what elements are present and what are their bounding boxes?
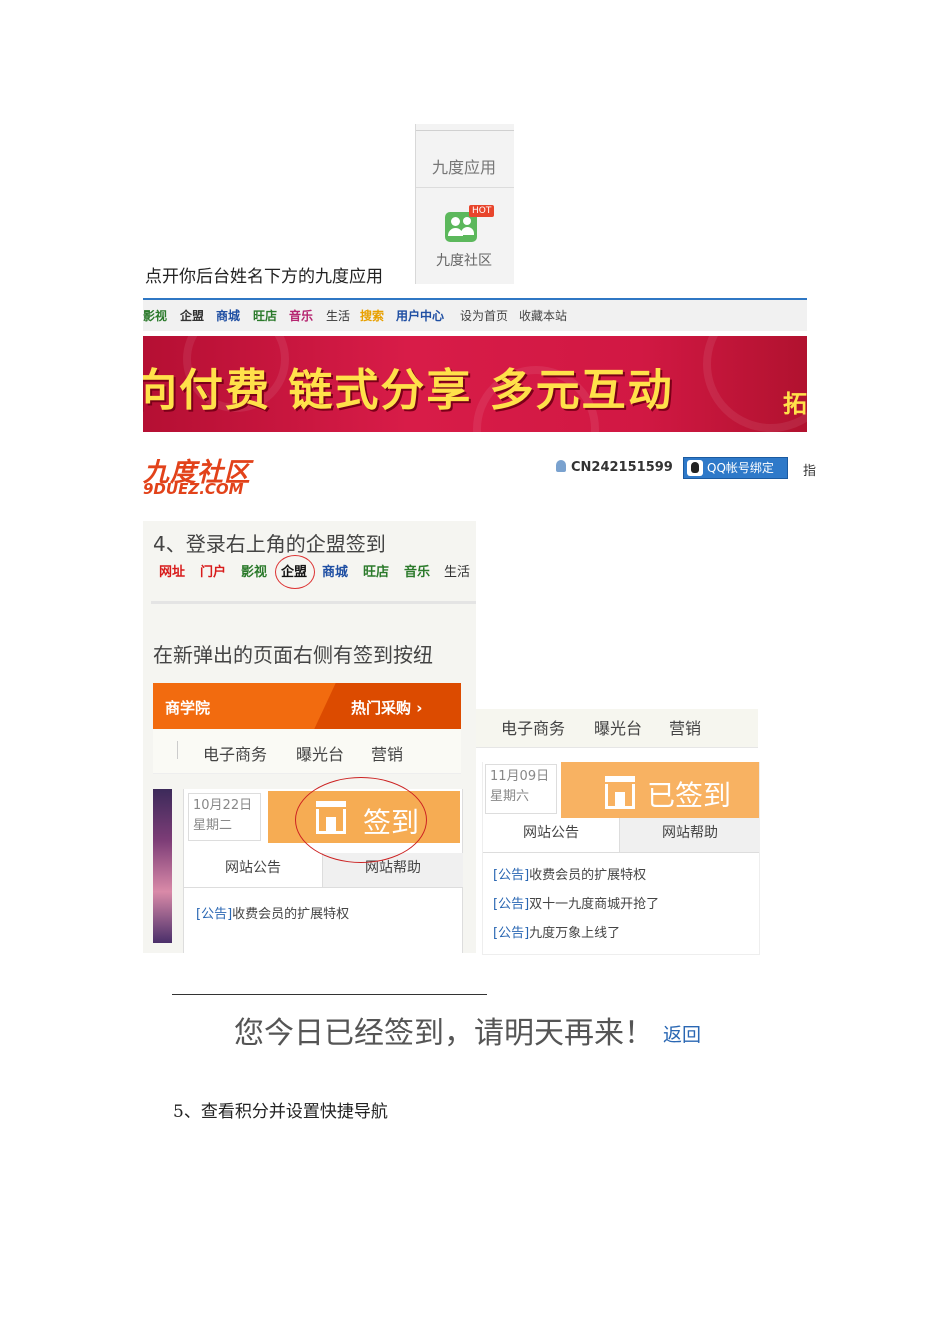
weekday-text: 星期二 xyxy=(193,818,233,833)
panel-divider xyxy=(416,187,514,188)
notice-item[interactable]: [公告]双十一九度商城开抢了 xyxy=(493,893,659,912)
notice-text: 九度万象上线了 xyxy=(529,926,621,941)
nav-item-search[interactable]: 搜索 xyxy=(360,307,384,324)
tab-help[interactable]: 网站帮助 xyxy=(619,818,760,852)
truncated-link[interactable]: 指 xyxy=(803,460,816,479)
nav-item-mall[interactable]: 商城 xyxy=(216,307,240,324)
notice-item[interactable]: [公告]收费会员的扩展特权 xyxy=(493,864,646,883)
nav-item-life[interactable]: 生活 xyxy=(326,307,350,324)
nav-item-portal[interactable]: 门户 xyxy=(200,561,226,580)
category-bar: 商学院 热门采购 › xyxy=(153,683,461,729)
business-school-link[interactable]: 商学院 xyxy=(165,697,210,718)
date-box: 11月09日 星期六 xyxy=(485,764,557,814)
nav-item-set-homepage[interactable]: 设为首页 xyxy=(460,307,508,324)
hot-purchase-link[interactable]: 热门采购 › xyxy=(351,697,422,718)
nav-item-shop[interactable]: 旺店 xyxy=(363,561,389,580)
nav-item-life[interactable]: 生活 xyxy=(444,561,470,580)
notice-item[interactable]: [公告]九度万象上线了 xyxy=(493,922,620,941)
date-text: 10月22日 xyxy=(193,798,253,813)
app-panel: 九度应用 HOT 九度社区 xyxy=(415,124,514,284)
nav-item-user-center[interactable]: 用户中心 xyxy=(396,307,444,324)
panel-title: 九度应用 xyxy=(431,158,496,177)
step4-instruction: 在新弹出的页面右侧有签到按纽 xyxy=(153,643,433,667)
tab-ecommerce[interactable]: 电子商务 xyxy=(501,715,565,739)
notice-tag: [公告] xyxy=(196,907,233,922)
notice-tag: [公告] xyxy=(493,897,530,912)
app-name-label[interactable]: 九度社区 xyxy=(416,250,512,270)
tab-exposure[interactable]: 曝光台 xyxy=(296,741,344,765)
step4-nav: 网址 门户 影视 企盟 商城 旺店 音乐 生活 xyxy=(159,561,479,581)
nav-item-alliance[interactable]: 企盟 xyxy=(180,307,204,324)
nav-item-music[interactable]: 音乐 xyxy=(289,307,313,324)
qq-penguin-icon xyxy=(687,460,703,476)
logo-domain: 9DUEZ.COM xyxy=(143,480,244,498)
side-image xyxy=(153,789,172,943)
nav-item-video[interactable]: 影视 xyxy=(241,561,267,580)
building-icon xyxy=(605,776,635,809)
sign-in-card: 11月09日 星期六 已签到 网站公告 网站帮助 [公告]收费会员的扩展特权 [… xyxy=(482,762,760,955)
date-box: 10月22日 星期二 xyxy=(188,793,261,841)
user-head-icon xyxy=(463,217,471,225)
hot-badge: HOT xyxy=(469,205,495,217)
qq-bind-button[interactable]: QQ帐号绑定 xyxy=(683,457,788,479)
tab-exposure[interactable]: 曝光台 xyxy=(594,715,642,739)
notice-tag: [公告] xyxy=(493,868,530,883)
notice-tabs: 网站公告 网站帮助 xyxy=(483,818,760,853)
divider xyxy=(151,601,476,604)
step4-heading: 4、登录右上角的企盟签到 xyxy=(153,532,386,556)
notice-tag: [公告] xyxy=(493,926,530,941)
tab-ecommerce[interactable]: 电子商务 xyxy=(203,741,267,765)
weekday-text: 星期六 xyxy=(490,789,530,804)
banner-slogan: 向付费 链式分享 多元互动 xyxy=(143,365,674,416)
user-icon xyxy=(556,460,566,472)
nav-item-music[interactable]: 音乐 xyxy=(404,561,430,580)
panel-top-edge xyxy=(416,124,514,131)
back-link[interactable]: 返回 xyxy=(663,1020,701,1047)
notice-item[interactable]: [公告]收费会员的扩展特权 xyxy=(196,903,349,922)
notice-text: 双十一九度商城开抢了 xyxy=(529,897,660,912)
nav-item-bookmark[interactable]: 收藏本站 xyxy=(519,307,567,324)
horizontal-rule xyxy=(172,994,487,995)
user-name-link[interactable]: CN242151599 xyxy=(556,460,673,475)
nav-item-urls[interactable]: 网址 xyxy=(159,561,185,580)
qq-bind-label: QQ帐号绑定 xyxy=(707,461,774,475)
signed-in-screenshot: 电子商务 曝光台 营销 11月09日 星期六 已签到 网站公告 网站帮助 [公告… xyxy=(476,709,760,955)
date-text: 11月09日 xyxy=(490,769,550,784)
banner-corner-text: 拓 xyxy=(783,390,807,418)
notice-tabs: 网站公告 网站帮助 xyxy=(184,853,463,888)
site-logo[interactable]: 九度社区 9DUEZ.COM xyxy=(143,452,268,498)
caption-step-3: 点开你后台姓名下方的九度应用 xyxy=(145,267,383,287)
site-nav-bar: 影视 企盟 商城 旺店 音乐 生活 搜索 用户中心 设为首页 收藏本站 xyxy=(143,298,807,331)
highlight-circle xyxy=(295,777,427,863)
already-signed-message: 您今日已经签到，请明天再来！ xyxy=(234,1016,654,1051)
signed-in-button: 已签到 xyxy=(561,762,759,818)
notice-text: 收费会员的扩展特权 xyxy=(232,907,350,922)
section-tabs: 电子商务 曝光台 营销 xyxy=(476,709,758,748)
signed-in-label: 已签到 xyxy=(647,779,732,812)
notice-text: 收费会员的扩展特权 xyxy=(529,868,647,883)
section-tabs: 电子商务 曝光台 营销 xyxy=(153,729,461,774)
tab-notices[interactable]: 网站公告 xyxy=(184,853,322,887)
tab-marketing[interactable]: 营销 xyxy=(669,715,701,739)
caption-step-5: 5、查看积分并设置快捷导航 xyxy=(173,1102,388,1122)
highlight-circle xyxy=(275,555,315,589)
tab-marketing[interactable]: 营销 xyxy=(371,741,403,765)
tab-divider xyxy=(177,741,178,759)
nav-item-shop[interactable]: 旺店 xyxy=(253,307,277,324)
tab-notices[interactable]: 网站公告 xyxy=(483,818,619,852)
promo-banner[interactable]: 向付费 链式分享 多元互动 拓 xyxy=(143,336,807,432)
username: CN242151599 xyxy=(571,460,673,475)
nav-item-mall[interactable]: 商城 xyxy=(322,561,348,580)
user-body-icon xyxy=(461,227,474,235)
step4-screenshot: 4、登录右上角的企盟签到 网址 门户 影视 企盟 商城 旺店 音乐 生活 在新弹… xyxy=(143,521,476,953)
nav-item-video[interactable]: 影视 xyxy=(143,307,167,324)
